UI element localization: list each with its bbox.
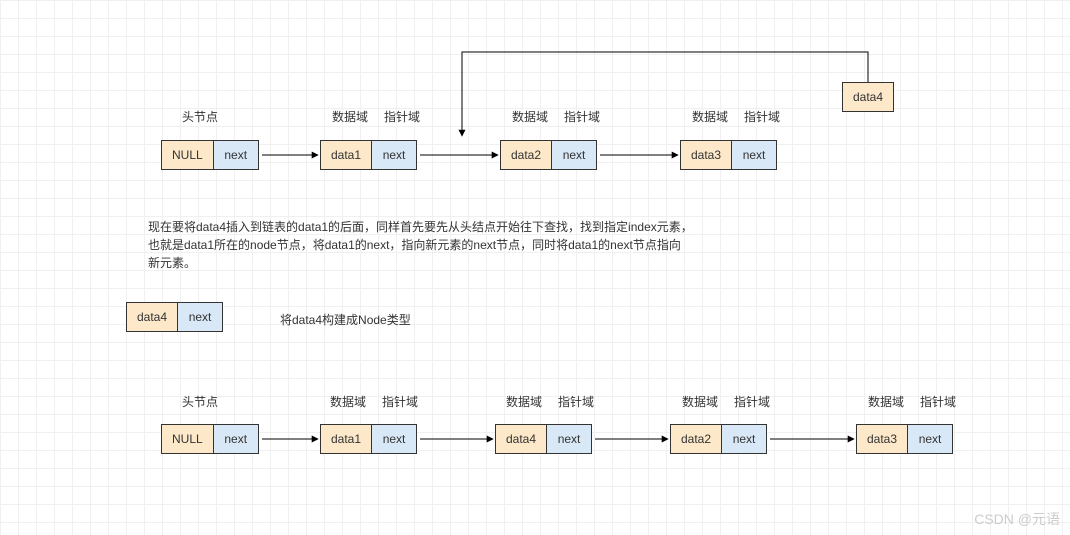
cell-next: next bbox=[214, 141, 258, 169]
cell-data1: data1 bbox=[321, 141, 372, 169]
cell-data4: data4 bbox=[127, 303, 178, 331]
label-build-note: 将data4构建成Node类型 bbox=[280, 311, 411, 328]
cell-data1: data1 bbox=[321, 425, 372, 453]
label-datafield-b3: 数据域 bbox=[682, 393, 718, 410]
node-data1-top: data1 next bbox=[320, 140, 417, 170]
label-head-top: 头节点 bbox=[182, 108, 218, 125]
cell-next: next bbox=[372, 141, 416, 169]
para-line2: 也就是data1所在的node节点，将data1的next，指向新元素的next… bbox=[148, 236, 681, 253]
label-ptrfield-b1: 指针域 bbox=[382, 393, 418, 410]
cell-data3: data3 bbox=[857, 425, 908, 453]
cell-next: next bbox=[178, 303, 222, 331]
node-data2-bottom: data2 next bbox=[670, 424, 767, 454]
label-ptrfield-top-3: 指针域 bbox=[744, 108, 780, 125]
label-datafield-top-1: 数据域 bbox=[332, 108, 368, 125]
node-data4-bottom: data4 next bbox=[495, 424, 592, 454]
cell-data4: data4 bbox=[843, 83, 893, 111]
cell-next: next bbox=[372, 425, 416, 453]
cell-data3: data3 bbox=[681, 141, 732, 169]
node-data4-built: data4 next bbox=[126, 302, 223, 332]
label-head-bottom: 头节点 bbox=[182, 393, 218, 410]
label-datafield-top-2: 数据域 bbox=[512, 108, 548, 125]
label-ptrfield-b4: 指针域 bbox=[920, 393, 956, 410]
label-ptrfield-top-1: 指针域 bbox=[384, 108, 420, 125]
node-data3-top: data3 next bbox=[680, 140, 777, 170]
node-head-top: NULL next bbox=[161, 140, 259, 170]
cell-null: NULL bbox=[162, 141, 214, 169]
label-datafield-b1: 数据域 bbox=[330, 393, 366, 410]
label-ptrfield-b2: 指针域 bbox=[558, 393, 594, 410]
cell-next: next bbox=[214, 425, 258, 453]
para-line1: 现在要将data4插入到链表的data1的后面，同样首先要先从头结点开始往下查找… bbox=[148, 218, 693, 235]
cell-next: next bbox=[732, 141, 776, 169]
cell-next: next bbox=[908, 425, 952, 453]
label-ptrfield-top-2: 指针域 bbox=[564, 108, 600, 125]
node-head-bottom: NULL next bbox=[161, 424, 259, 454]
node-data2-top: data2 next bbox=[500, 140, 597, 170]
cell-null: NULL bbox=[162, 425, 214, 453]
cell-next: next bbox=[552, 141, 596, 169]
cell-data2: data2 bbox=[501, 141, 552, 169]
cell-next: next bbox=[547, 425, 591, 453]
label-datafield-top-3: 数据域 bbox=[692, 108, 728, 125]
watermark: CSDN @元语 bbox=[974, 509, 1060, 529]
cell-next: next bbox=[722, 425, 766, 453]
label-datafield-b2: 数据域 bbox=[506, 393, 542, 410]
node-data4-float: data4 bbox=[842, 82, 894, 112]
para-line3: 新元素。 bbox=[148, 254, 196, 271]
node-data3-bottom: data3 next bbox=[856, 424, 953, 454]
cell-data2: data2 bbox=[671, 425, 722, 453]
label-datafield-b4: 数据域 bbox=[868, 393, 904, 410]
label-ptrfield-b3: 指针域 bbox=[734, 393, 770, 410]
cell-data4: data4 bbox=[496, 425, 547, 453]
node-data1-bottom: data1 next bbox=[320, 424, 417, 454]
